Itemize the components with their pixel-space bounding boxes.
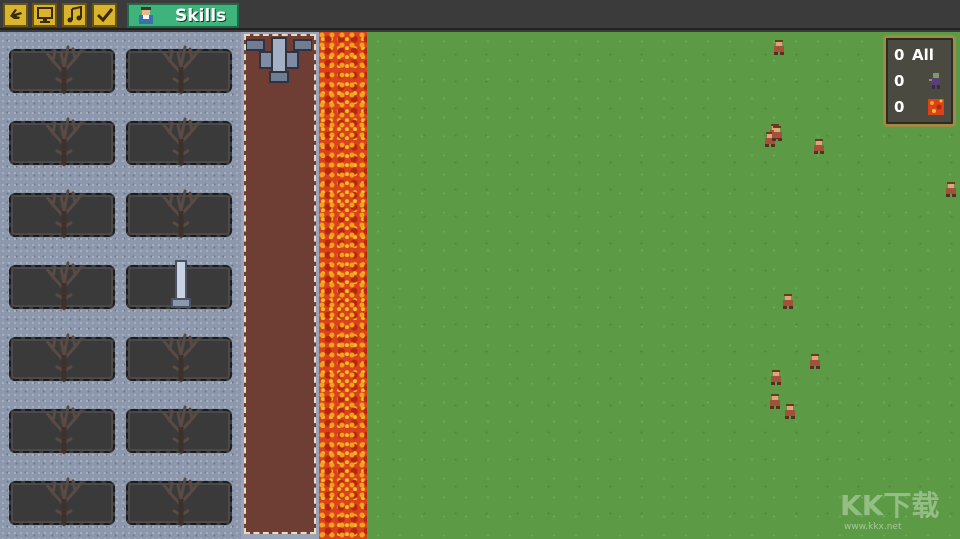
- hand-pointer-icon: [9, 9, 22, 19]
- grave-plot[interactable]: [126, 405, 232, 455]
- dead-tree-icon: [162, 45, 200, 95]
- dead-tree-icon: [45, 405, 83, 455]
- dead-tree-icon: [45, 261, 83, 311]
- villager-sprite[interactable]: [767, 394, 783, 410]
- grave-plot[interactable]: [126, 260, 232, 309]
- music-button[interactable]: [62, 3, 87, 27]
- watermark: KK下载 www.kkx.net: [840, 484, 955, 534]
- dead-tree-icon: [45, 117, 83, 167]
- grave-plot[interactable]: [9, 333, 115, 383]
- checkmark-icon: [96, 8, 113, 23]
- music-note-icon: [67, 6, 82, 23]
- grave-plot[interactable]: [9, 45, 115, 95]
- dead-tree-icon: [45, 45, 83, 95]
- grave-plot[interactable]: [9, 189, 115, 239]
- checkmark-button[interactable]: [92, 3, 117, 27]
- villager-sprite[interactable]: [769, 126, 785, 142]
- grave-plot[interactable]: [126, 333, 232, 383]
- lava-tile-icon: [928, 99, 944, 115]
- counter-all-row: 0 All: [894, 46, 934, 64]
- grave-plot[interactable]: [9, 405, 115, 455]
- tombstone-obelisk-icon: [171, 260, 191, 308]
- counter-all-value: 0: [894, 46, 905, 64]
- skills-tab[interactable]: Skills: [127, 3, 239, 28]
- counter-lava-value: 0: [894, 98, 905, 116]
- grass-field: [367, 32, 960, 539]
- dead-tree-icon: [45, 189, 83, 239]
- dead-tree-icon: [162, 117, 200, 167]
- grave-plot[interactable]: [126, 117, 232, 167]
- path-column: [241, 32, 319, 539]
- monitor-icon: [36, 7, 53, 23]
- villager-sprite[interactable]: [807, 354, 823, 370]
- villager-sprite[interactable]: [943, 182, 959, 198]
- dead-tree-icon: [45, 477, 83, 527]
- grave-plot[interactable]: [126, 477, 232, 527]
- crypt-gate-icon[interactable]: [246, 36, 312, 88]
- grave-plot[interactable]: [126, 189, 232, 239]
- counter-zombie-row: 0: [894, 72, 944, 90]
- counter-zombie-value: 0: [894, 72, 905, 90]
- lava-strip: [319, 32, 367, 539]
- villager-sprite[interactable]: [771, 40, 787, 56]
- villager-sprite[interactable]: [780, 294, 796, 310]
- grave-plot[interactable]: [126, 45, 232, 95]
- counter-lava-row: 0: [894, 98, 944, 116]
- dead-tree-icon: [45, 333, 83, 383]
- watermark-url: www.kkx.net: [844, 522, 902, 532]
- dead-tree-icon: [162, 477, 200, 527]
- zombie-icon: [929, 73, 940, 89]
- villager-sprite[interactable]: [782, 404, 798, 420]
- skills-tab-label: Skills: [175, 5, 227, 26]
- dead-tree-icon: [162, 405, 200, 455]
- grave-plot[interactable]: [9, 477, 115, 527]
- graveyard-area: [0, 32, 241, 539]
- counter-all-label: All: [912, 46, 934, 64]
- top-toolbar: Skills: [0, 0, 960, 30]
- dead-tree-icon: [162, 333, 200, 383]
- hand-pointer-button[interactable]: [3, 3, 28, 27]
- counter-panel: 0 All 0 0: [883, 35, 956, 127]
- monitor-button[interactable]: [32, 3, 57, 27]
- dead-tree-icon: [162, 189, 200, 239]
- grave-plot[interactable]: [9, 261, 115, 311]
- grave-plot[interactable]: [9, 117, 115, 167]
- villager-sprite[interactable]: [811, 139, 827, 155]
- player-portrait-icon: [139, 6, 153, 24]
- villager-sprite[interactable]: [768, 370, 784, 386]
- watermark-text: KK下载: [840, 489, 940, 522]
- dirt-road: [244, 34, 316, 534]
